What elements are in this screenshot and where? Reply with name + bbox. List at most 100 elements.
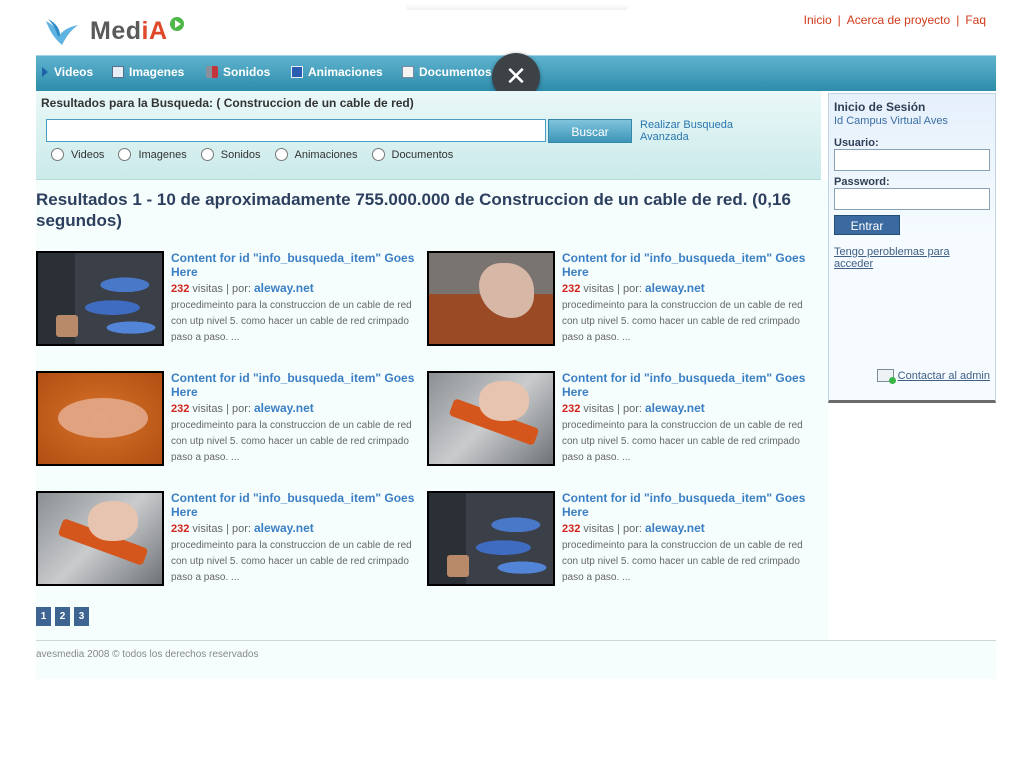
- filter-radio-documentos[interactable]: Documentos: [371, 148, 454, 161]
- result-description: procedimeinto para la construccion de un…: [562, 420, 803, 463]
- radio-icon: [118, 148, 132, 161]
- visits-label: visitas | por:: [583, 523, 642, 535]
- contact-admin-link[interactable]: Contactar al admin: [876, 369, 990, 384]
- result-meta: 232 visitas | por: aleway.net: [171, 281, 421, 296]
- result-meta: 232 visitas | por: aleway.net: [562, 521, 812, 536]
- result-item: Content for id "info_busqueda_item" Goes…: [427, 491, 812, 587]
- filter-label: Videos: [71, 148, 105, 161]
- separator: |: [837, 13, 841, 27]
- result-info: Content for id "info_busqueda_item" Goes…: [171, 371, 421, 466]
- page-link-3[interactable]: 3: [74, 607, 89, 626]
- username-field[interactable]: [834, 149, 990, 171]
- nav-item-imagenes[interactable]: Imagenes: [112, 65, 184, 79]
- result-info: Content for id "info_busqueda_item" Goes…: [171, 251, 421, 346]
- nav-item-documentos[interactable]: Documentos: [402, 65, 492, 79]
- result-thumbnail[interactable]: [427, 371, 555, 466]
- site-logo[interactable]: MediA: [44, 14, 184, 48]
- username-label: Usuario:: [834, 137, 879, 149]
- result-thumbnail[interactable]: [427, 251, 555, 346]
- top-link-faq[interactable]: Faq: [965, 13, 986, 27]
- result-meta: 232 visitas | por: aleway.net: [562, 401, 812, 416]
- result-info: Content for id "info_busqueda_item" Goes…: [562, 251, 812, 346]
- hand-shape: [479, 263, 534, 318]
- presenter-face: [56, 315, 78, 337]
- footer-text: avesmedia 2008 © todos los derechos rese…: [36, 649, 259, 660]
- visits-label: visitas | por:: [192, 523, 251, 535]
- hand-shape: [88, 501, 138, 541]
- visit-count: 232: [562, 283, 581, 295]
- result-title-link[interactable]: Content for id "info_busqueda_item" Goes…: [171, 371, 421, 399]
- result-description: procedimeinto para la construccion de un…: [171, 540, 412, 583]
- nav-item-sonidos[interactable]: Sonidos: [206, 65, 270, 79]
- result-description: procedimeinto para la construccion de un…: [562, 540, 803, 583]
- radio-icon: [200, 148, 214, 161]
- result-title-link[interactable]: Content for id "info_busqueda_item" Goes…: [562, 371, 812, 399]
- filter-label: Imagenes: [138, 148, 187, 161]
- result-title-link[interactable]: Content for id "info_busqueda_item" Goes…: [171, 251, 421, 279]
- nav-item-label: Videos: [54, 65, 94, 79]
- source-link[interactable]: aleway.net: [645, 401, 705, 415]
- result-thumbnail[interactable]: [36, 371, 164, 466]
- contact-admin-label: Contactar al admin: [897, 369, 990, 382]
- login-subheading: Id Campus Virtual Aves: [834, 115, 948, 127]
- result-title-link[interactable]: Content for id "info_busqueda_item" Goes…: [562, 251, 812, 279]
- search-results-title: Resultados para la Busqueda: ( Construcc…: [41, 96, 414, 110]
- advanced-search-link[interactable]: Realizar Busqueda Avanzada: [640, 119, 750, 143]
- bird-logo-icon: [46, 19, 78, 45]
- thumbnail-image: [429, 253, 553, 344]
- result-thumbnail[interactable]: [36, 491, 164, 586]
- result-description: procedimeinto para la construccion de un…: [171, 420, 412, 463]
- nav-item-label: Documentos: [419, 65, 492, 79]
- result-info: Content for id "info_busqueda_item" Goes…: [562, 491, 812, 586]
- top-link-acerca[interactable]: Acerca de proyecto: [847, 13, 950, 27]
- login-problem-link[interactable]: Tengo peroblemas para acceder: [834, 246, 974, 270]
- filter-radio-imagenes[interactable]: Imagenes: [118, 148, 187, 161]
- filter-label: Documentos: [391, 148, 454, 161]
- filter-radio-sonidos[interactable]: Sonidos: [200, 148, 261, 161]
- radio-icon: [371, 148, 385, 161]
- visits-label: visitas | por:: [583, 283, 642, 295]
- filter-radio-animaciones[interactable]: Animaciones: [274, 148, 358, 161]
- source-link[interactable]: aleway.net: [254, 281, 314, 295]
- result-title-link[interactable]: Content for id "info_busqueda_item" Goes…: [562, 491, 812, 519]
- mail-icon: [876, 369, 896, 384]
- search-filter-group: Videos Imagenes Sonidos Animaciones Docu…: [51, 148, 467, 161]
- presenter-face: [447, 555, 469, 577]
- result-title-link[interactable]: Content for id "info_busqueda_item" Goes…: [171, 491, 421, 519]
- thumbnail-image: [38, 493, 162, 584]
- result-item: Content for id "info_busqueda_item" Goes…: [427, 371, 812, 467]
- animation-icon: [291, 66, 303, 78]
- password-label: Password:: [834, 176, 890, 188]
- source-link[interactable]: aleway.net: [645, 521, 705, 535]
- play-icon: [42, 67, 48, 77]
- separator: |: [956, 13, 960, 27]
- result-info: Content for id "info_busqueda_item" Goes…: [562, 371, 812, 466]
- result-meta: 232 visitas | por: aleway.net: [171, 401, 421, 416]
- results-area: Resultados 1 - 10 de aproximadamente 755…: [36, 180, 828, 640]
- result-thumbnail[interactable]: [36, 251, 164, 346]
- login-button[interactable]: Entrar: [834, 215, 900, 235]
- thumbnail-image: [429, 373, 553, 464]
- result-item: Content for id "info_busqueda_item" Goes…: [36, 491, 421, 587]
- search-button[interactable]: Buscar: [548, 119, 632, 143]
- source-link[interactable]: aleway.net: [254, 401, 314, 415]
- hand-shape: [58, 398, 148, 438]
- image-icon: [112, 66, 124, 78]
- brand-name: MediA: [90, 17, 168, 46]
- visit-count: 232: [171, 523, 190, 535]
- password-field[interactable]: [834, 188, 990, 210]
- source-link[interactable]: aleway.net: [254, 521, 314, 535]
- search-input[interactable]: [46, 119, 546, 142]
- result-description: procedimeinto para la construccion de un…: [171, 300, 412, 343]
- source-link[interactable]: aleway.net: [645, 281, 705, 295]
- result-thumbnail[interactable]: [427, 491, 555, 586]
- brand-name-accent: iA: [141, 16, 168, 45]
- page-link-1[interactable]: 1: [36, 607, 51, 626]
- pagination: 1 2 3: [36, 607, 93, 626]
- filter-radio-videos[interactable]: Videos: [51, 148, 104, 161]
- nav-item-animaciones[interactable]: Animaciones: [291, 65, 383, 79]
- top-link-inicio[interactable]: Inicio: [804, 13, 832, 27]
- nav-item-label: Sonidos: [223, 65, 271, 79]
- nav-item-videos[interactable]: Videos: [42, 65, 93, 79]
- page-link-2[interactable]: 2: [55, 607, 70, 626]
